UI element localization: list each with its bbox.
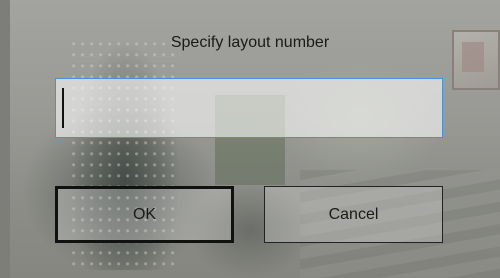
ok-button[interactable]: OK [55, 186, 234, 243]
dialog-prompt-label: Specify layout number [170, 34, 330, 51]
layout-number-input[interactable] [55, 78, 443, 138]
cancel-button[interactable]: Cancel [264, 186, 443, 243]
layout-number-dialog: Specify layout number OK Cancel [0, 0, 500, 278]
text-caret [62, 88, 64, 128]
